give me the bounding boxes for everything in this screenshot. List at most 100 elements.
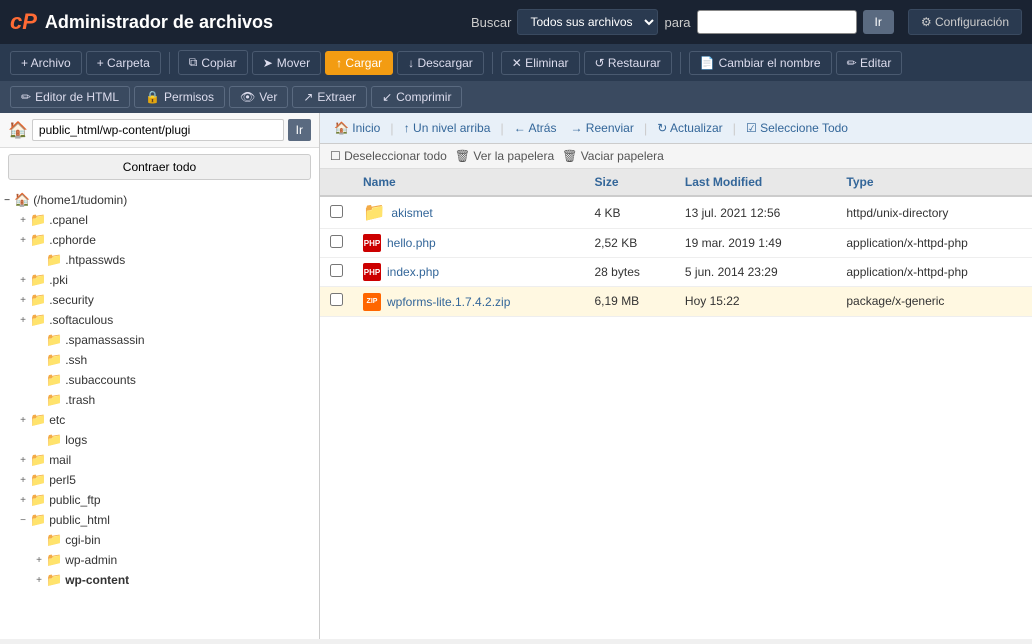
action-bar: 🏠 Inicio | ↑ Un nivel arriba | ← Atrás →… — [320, 113, 1032, 144]
tree-item-home[interactable]: −🏠(/home1/tudomin) — [0, 190, 319, 210]
header-name[interactable]: Name — [353, 169, 585, 196]
folder-icon-trash: 📁 — [46, 392, 62, 408]
path-go-button[interactable]: Ir — [288, 119, 311, 141]
tree-item-cphorde[interactable]: +📁.cphorde — [0, 230, 319, 250]
app-title: Administrador de archivos — [45, 12, 273, 33]
tree-item-logs[interactable]: 📁logs — [0, 430, 319, 450]
row-checkbox[interactable] — [330, 235, 343, 248]
collapse-button[interactable]: Contraer todo — [8, 154, 311, 180]
tree-label-pki: .pki — [49, 273, 68, 287]
header-checkbox-cell — [320, 169, 353, 196]
file-name-cell: PHP index.php — [353, 258, 585, 287]
folder-icon-subaccounts: 📁 — [46, 372, 62, 388]
main-layout: 🏠 Ir Contraer todo −🏠(/home1/tudomin)+📁.… — [0, 113, 1032, 639]
tree-label-public_html: public_html — [49, 513, 110, 527]
tree-item-ssh[interactable]: 📁.ssh — [0, 350, 319, 370]
tree-item-softaculous[interactable]: +📁.softaculous — [0, 310, 319, 330]
file-name-link[interactable]: index.php — [387, 265, 439, 279]
tree-item-perl5[interactable]: +📁perl5 — [0, 470, 319, 490]
tree-item-security[interactable]: +📁.security — [0, 290, 319, 310]
table-row[interactable]: PHP index.php 28 bytes 5 jun. 2014 23:29… — [320, 258, 1032, 287]
tree-toggle-security: + — [16, 295, 30, 306]
file-type-cell: package/x-generic — [836, 287, 1032, 317]
tree-item-mail[interactable]: +📁mail — [0, 450, 319, 470]
path-bar: 🏠 Ir — [0, 113, 319, 148]
permisos-button[interactable]: 🔒 Permisos — [134, 86, 225, 108]
tree-item-htpasswds[interactable]: 📁.htpasswds — [0, 250, 319, 270]
vaciar-papelera-button[interactable]: 🗑 Vaciar papelera — [562, 149, 664, 163]
tree-label-htpasswds: .htpasswds — [65, 253, 125, 267]
file-size-cell: 6,19 MB — [585, 287, 675, 317]
row-checkbox[interactable] — [330, 264, 343, 277]
separator1 — [169, 52, 170, 74]
file-size-cell: 4 KB — [585, 196, 675, 229]
tree-toggle-mail: + — [16, 455, 30, 466]
tree-item-etc[interactable]: +📁etc — [0, 410, 319, 430]
folder-icon-wp_admin: 📁 — [46, 552, 62, 568]
table-row[interactable]: 📁 akismet 4 KB 13 jul. 2021 12:56 httpd/… — [320, 196, 1032, 229]
header-modified[interactable]: Last Modified — [675, 169, 836, 196]
file-name-link[interactable]: wpforms-lite.1.7.4.2.zip — [387, 295, 510, 309]
actualizar-button[interactable]: ↻ Actualizar — [653, 119, 726, 137]
header-type[interactable]: Type — [836, 169, 1032, 196]
file-type-cell: application/x-httpd-php — [836, 229, 1032, 258]
header-size[interactable]: Size — [585, 169, 675, 196]
tree-item-spamassassin[interactable]: 📁.spamassassin — [0, 330, 319, 350]
file-name-link[interactable]: akismet — [391, 206, 432, 220]
tree-item-cpanel[interactable]: +📁.cpanel — [0, 210, 319, 230]
row-checkbox[interactable] — [330, 293, 343, 306]
row-checkbox[interactable] — [330, 205, 343, 218]
config-button[interactable]: ⚙ Configuración — [908, 9, 1022, 35]
reenviar-button[interactable]: → Reenviar — [566, 119, 637, 137]
mover-button[interactable]: ➤ Mover — [252, 51, 321, 75]
editar-button[interactable]: ✏ Editar — [836, 51, 903, 75]
tree-item-wp_content[interactable]: +📁wp-content — [0, 570, 319, 590]
folder-icon-cphorde: 📁 — [30, 232, 46, 248]
ver-papelera-button[interactable]: 🗑 Ver la papelera — [455, 149, 554, 163]
un-nivel-button[interactable]: ↑ Un nivel arriba — [400, 119, 495, 137]
extraer-button[interactable]: ↗ Extraer — [292, 86, 367, 108]
ver-button[interactable]: 👁 Ver — [229, 86, 288, 108]
cargar-button[interactable]: ↑ Cargar — [325, 51, 393, 75]
descargar-button[interactable]: ↓ Descargar — [397, 51, 484, 75]
tree-label-etc: etc — [49, 413, 65, 427]
file-modified-cell: Hoy 15:22 — [675, 287, 836, 317]
tree-toggle-wp_admin: + — [32, 555, 46, 566]
html-editor-button[interactable]: ✏ Editor de HTML — [10, 86, 130, 108]
file-name-cell: ZIP wpforms-lite.1.7.4.2.zip — [353, 287, 585, 317]
ir-button[interactable]: Ir — [863, 10, 894, 34]
tree-item-public_ftp[interactable]: +📁public_ftp — [0, 490, 319, 510]
tree-label-perl5: perl5 — [49, 473, 76, 487]
cambiar-nombre-button[interactable]: 📄 Cambiar el nombre — [689, 51, 832, 75]
seleccione-todo-button[interactable]: ☑ Seleccione Todo — [742, 119, 852, 137]
comprimir-button[interactable]: ↙ Comprimir — [371, 86, 462, 108]
tree-label-cphorde: .cphorde — [49, 233, 96, 247]
folder-icon-ssh: 📁 — [46, 352, 62, 368]
eliminar-button[interactable]: ✕ Eliminar — [501, 51, 580, 75]
search-scope-select[interactable]: Todos sus archivos — [517, 9, 658, 35]
deseleccionar-button[interactable]: ☐ Deseleccionar todo — [330, 149, 447, 163]
file-name-link[interactable]: hello.php — [387, 236, 436, 250]
cp-logo: cP — [10, 9, 37, 35]
topbar: cP Administrador de archivos Buscar Todo… — [0, 0, 1032, 44]
path-input[interactable] — [32, 119, 284, 141]
table-row[interactable]: ZIP wpforms-lite.1.7.4.2.zip 6,19 MB Hoy… — [320, 287, 1032, 317]
restaurar-button[interactable]: ↺ Restaurar — [584, 51, 672, 75]
atras-button[interactable]: ← Atrás — [510, 119, 561, 137]
tree-item-public_html[interactable]: −📁public_html — [0, 510, 319, 530]
table-row[interactable]: PHP hello.php 2,52 KB 19 mar. 2019 1:49 … — [320, 229, 1032, 258]
tree-label-wp_content: wp-content — [65, 573, 129, 587]
tree-item-pki[interactable]: +📁.pki — [0, 270, 319, 290]
copiar-button[interactable]: ⧉ Copiar — [178, 50, 248, 75]
tree-toggle-cpanel: + — [16, 215, 30, 226]
tree-item-cgi_bin[interactable]: 📁cgi-bin — [0, 530, 319, 550]
nuevo-archivo-button[interactable]: + Archivo — [10, 51, 82, 75]
tree-item-subaccounts[interactable]: 📁.subaccounts — [0, 370, 319, 390]
search-input[interactable] — [697, 10, 857, 34]
tree-item-wp_admin[interactable]: +📁wp-admin — [0, 550, 319, 570]
tree-item-trash[interactable]: 📁.trash — [0, 390, 319, 410]
tree-label-cpanel: .cpanel — [49, 213, 88, 227]
nueva-carpeta-button[interactable]: + Carpeta — [86, 51, 161, 75]
inicio-button[interactable]: 🏠 Inicio — [330, 119, 384, 137]
tree-label-wp_admin: wp-admin — [65, 553, 117, 567]
